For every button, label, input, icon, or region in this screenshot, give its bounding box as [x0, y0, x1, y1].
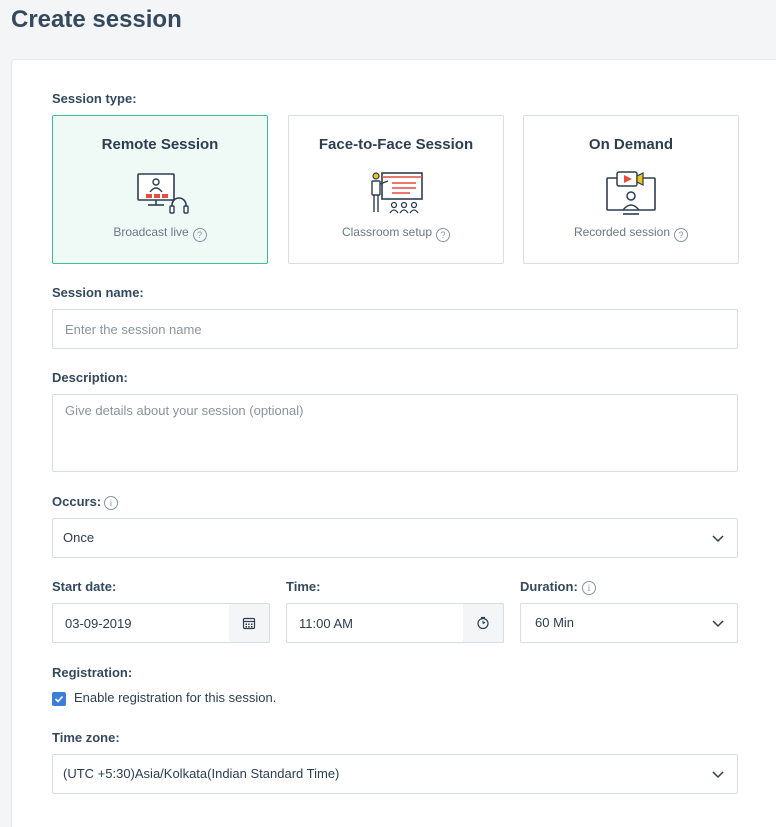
duration-value: 60 Min — [535, 615, 575, 630]
occurs-value: Once — [63, 530, 95, 545]
time-label: Time: — [286, 579, 321, 594]
help-icon[interactable]: ? — [674, 228, 689, 242]
start-date-label: Start date: — [52, 579, 117, 594]
help-icon[interactable]: ? — [192, 228, 207, 242]
time-input[interactable] — [286, 603, 464, 643]
classroom-illustration-icon — [371, 172, 423, 214]
session-name-label: Session name: — [52, 285, 144, 300]
page-title: Create session — [11, 6, 182, 33]
registration-checkbox[interactable] — [52, 692, 66, 706]
info-icon[interactable]: i — [582, 581, 596, 595]
session-type-remote[interactable]: Remote Session Broadcast live? — [52, 115, 268, 264]
session-type-subtitle: Broadcast live — [113, 225, 189, 239]
calendar-icon — [242, 617, 256, 630]
registration-checkbox-label[interactable]: Enable registration for this session. — [74, 690, 276, 705]
info-icon[interactable]: i — [104, 496, 118, 510]
registration-label: Registration: — [52, 665, 133, 680]
session-type-title: Remote Session — [101, 136, 219, 153]
timezone-value: (UTC +5:30)Asia/Kolkata(Indian Standard … — [63, 766, 340, 781]
timezone-label: Time zone: — [52, 730, 120, 745]
timezone-select[interactable]: (UTC +5:30)Asia/Kolkata(Indian Standard … — [52, 754, 738, 794]
calendar-button[interactable] — [229, 603, 270, 643]
occurs-label: Occurs: — [52, 494, 102, 509]
occurs-select[interactable]: Once — [52, 518, 738, 558]
help-icon[interactable]: ? — [436, 228, 451, 242]
session-type-title: On Demand — [588, 136, 674, 153]
clock-button[interactable] — [463, 603, 504, 643]
duration-label: Duration: — [520, 579, 578, 594]
session-type-face-to-face[interactable]: Face-to-Face Session Classroom setup? — [288, 115, 504, 264]
start-date-input[interactable] — [52, 603, 230, 643]
description-label: Description: — [52, 370, 128, 385]
session-type-subtitle: Recorded session — [573, 225, 671, 239]
chevron-down-icon — [712, 535, 724, 543]
session-type-on-demand[interactable]: On Demand Recorded session? — [523, 115, 739, 264]
chevron-down-icon — [712, 771, 724, 779]
checkmark-icon — [54, 695, 64, 703]
session-type-label: Session type: — [52, 91, 137, 106]
description-textarea[interactable] — [52, 394, 738, 472]
remote-broadcast-illustration-icon — [137, 173, 189, 214]
recorded-video-illustration-icon — [606, 171, 656, 215]
session-type-title: Face-to-Face Session — [318, 136, 474, 153]
clock-icon — [477, 616, 489, 630]
session-type-subtitle: Classroom setup — [341, 225, 433, 239]
duration-select[interactable]: 60 Min — [520, 603, 738, 643]
chevron-down-icon — [712, 620, 724, 628]
session-name-input[interactable] — [52, 309, 738, 349]
